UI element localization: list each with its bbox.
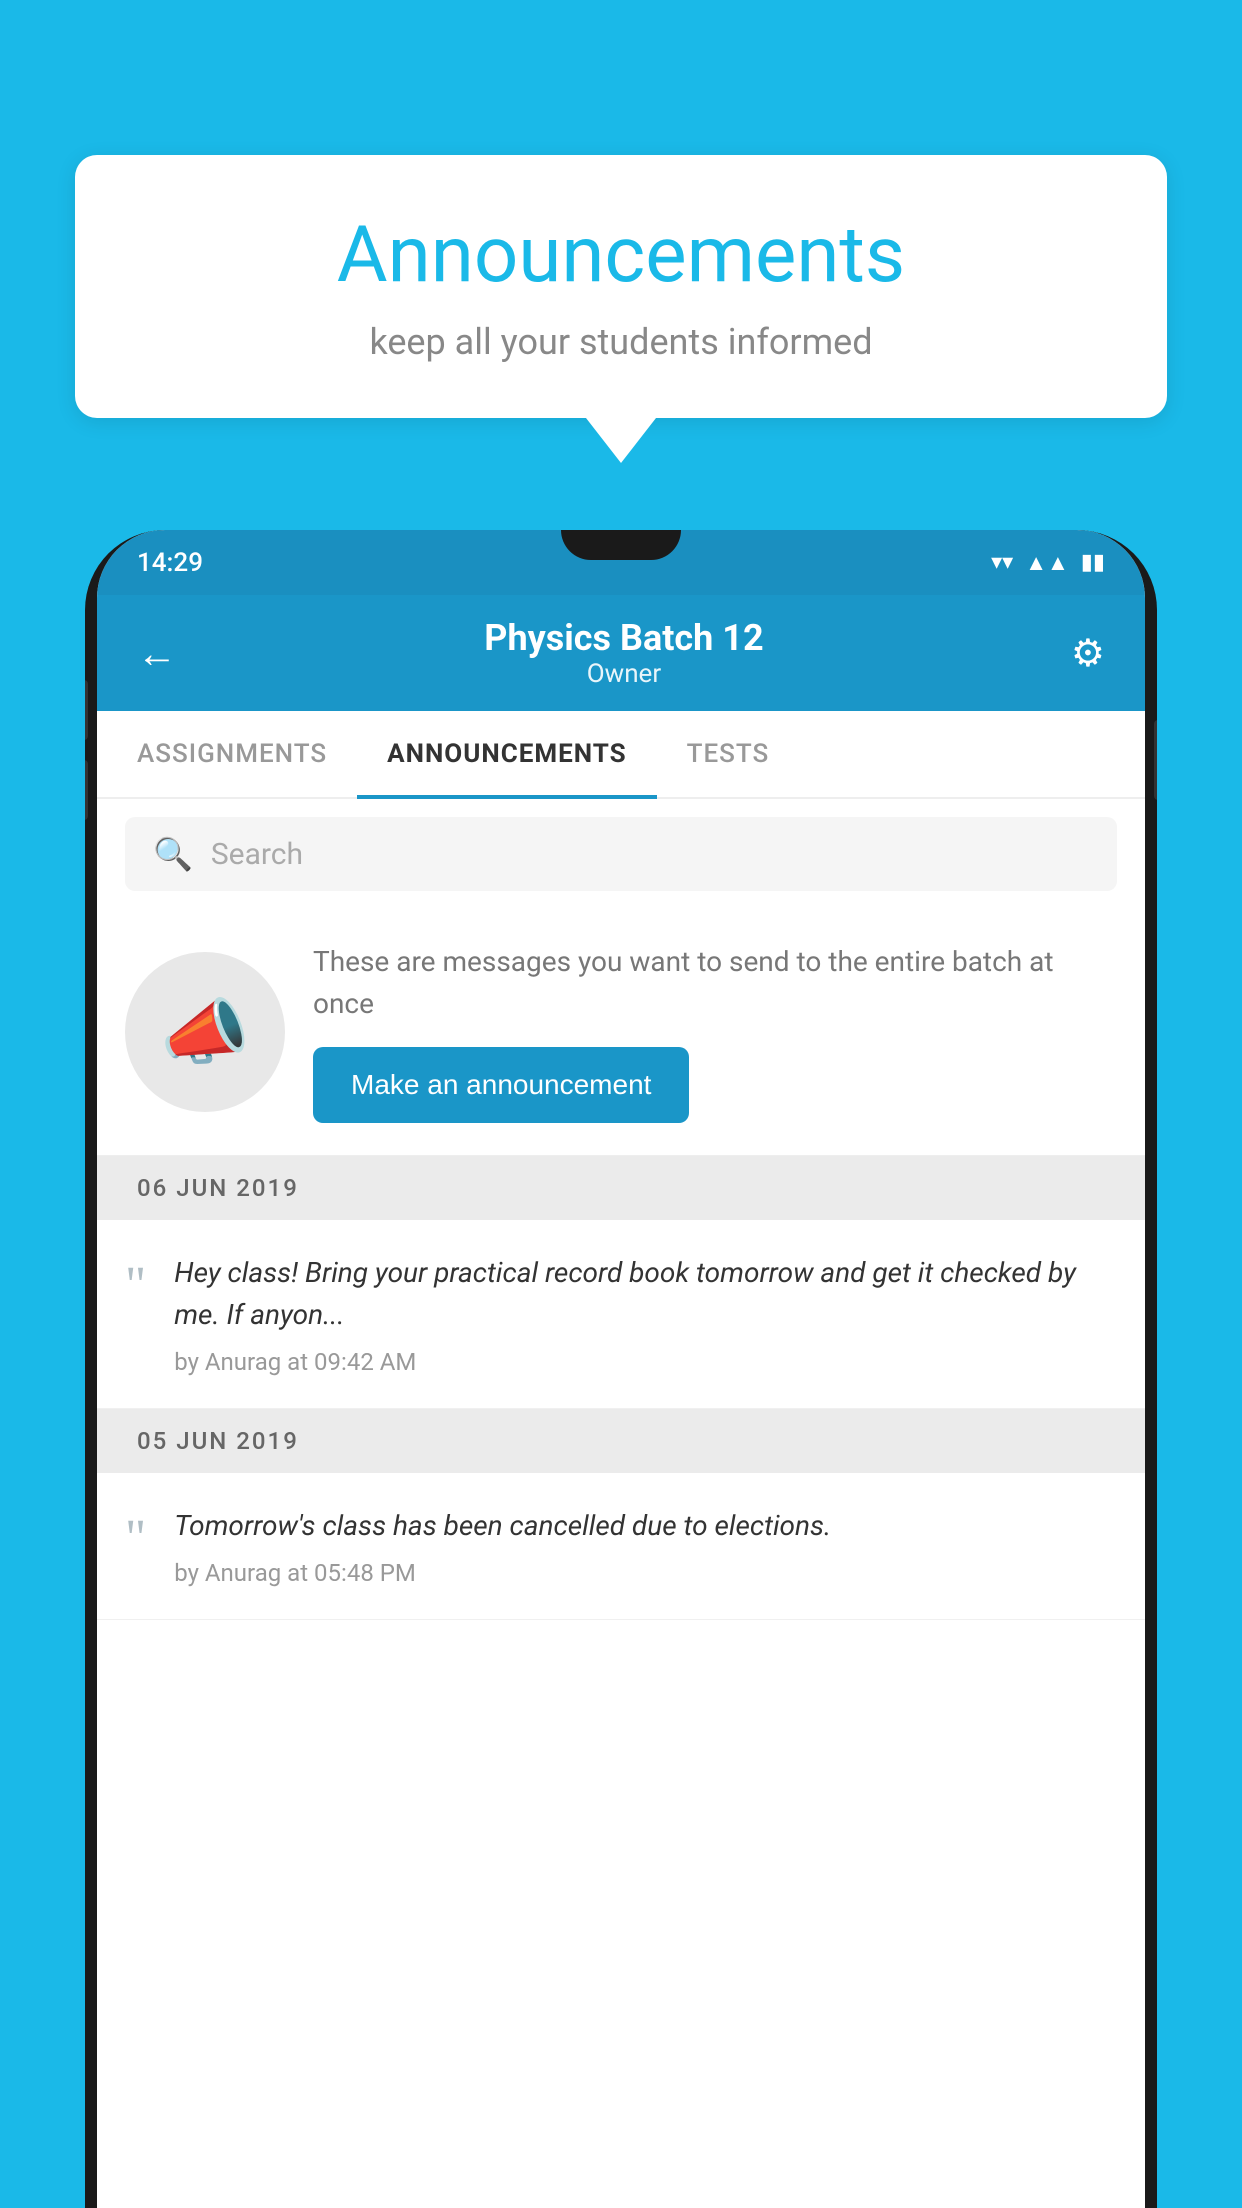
batch-title: Physics Batch 12 <box>177 617 1071 659</box>
tab-announcements[interactable]: ANNOUNCEMENTS <box>357 711 656 797</box>
promo-icon-circle: 📣 <box>125 952 285 1112</box>
announcement-content-1: Hey class! Bring your practical record b… <box>174 1252 1117 1376</box>
announcement-text-1: Hey class! Bring your practical record b… <box>174 1252 1117 1336</box>
announcements-subtitle: keep all your students informed <box>135 321 1107 363</box>
make-announcement-button[interactable]: Make an announcement <box>313 1047 689 1123</box>
speech-bubble-tail <box>586 418 656 463</box>
date-separator-2: 05 JUN 2019 <box>97 1409 1145 1473</box>
search-container: 🔍 Search <box>97 799 1145 909</box>
quote-icon-1: " <box>125 1260 146 1312</box>
volume-down-button <box>85 760 88 820</box>
battery-icon: ▮▮ <box>1081 550 1105 575</box>
quote-icon-2: " <box>125 1513 146 1565</box>
announcement-item-2[interactable]: " Tomorrow's class has been cancelled du… <box>97 1473 1145 1620</box>
back-button[interactable]: ← <box>137 630 177 677</box>
speech-bubble: Announcements keep all your students inf… <box>75 155 1167 418</box>
announcements-title: Announcements <box>135 210 1107 301</box>
search-bar[interactable]: 🔍 Search <box>125 817 1117 891</box>
status-bar: 14:29 ▾▾ ▲▲ ▮▮ <box>97 530 1145 595</box>
status-time: 14:29 <box>137 548 203 578</box>
header-title-area: Physics Batch 12 Owner <box>177 617 1071 689</box>
phone-screen: 14:29 ▾▾ ▲▲ ▮▮ ← Physics Batch 12 Owner … <box>97 530 1145 2208</box>
announcement-meta-1: by Anurag at 09:42 AM <box>174 1348 1117 1376</box>
batch-role: Owner <box>177 659 1071 689</box>
search-input[interactable]: Search <box>211 837 303 872</box>
announcement-text-2: Tomorrow's class has been cancelled due … <box>174 1505 1117 1547</box>
settings-icon[interactable]: ⚙ <box>1071 631 1105 676</box>
signal-icon: ▲▲ <box>1025 550 1069 576</box>
promo-card: 📣 These are messages you want to send to… <box>97 909 1145 1156</box>
search-icon: 🔍 <box>153 835 193 873</box>
speech-bubble-container: Announcements keep all your students inf… <box>75 155 1167 463</box>
megaphone-icon: 📣 <box>160 990 250 1075</box>
tab-tests[interactable]: TESTS <box>657 711 800 797</box>
wifi-icon: ▾▾ <box>991 550 1013 575</box>
announcement-content-2: Tomorrow's class has been cancelled due … <box>174 1505 1117 1587</box>
promo-content: These are messages you want to send to t… <box>313 941 1117 1123</box>
phone-frame: 14:29 ▾▾ ▲▲ ▮▮ ← Physics Batch 12 Owner … <box>85 530 1157 2208</box>
tab-assignments[interactable]: ASSIGNMENTS <box>107 711 357 797</box>
volume-up-button <box>85 680 88 740</box>
app-header: ← Physics Batch 12 Owner ⚙ <box>97 595 1145 711</box>
promo-description: These are messages you want to send to t… <box>313 941 1117 1025</box>
power-button <box>1154 720 1157 800</box>
announcement-meta-2: by Anurag at 05:48 PM <box>174 1559 1117 1587</box>
date-separator-1: 06 JUN 2019 <box>97 1156 1145 1220</box>
announcement-item-1[interactable]: " Hey class! Bring your practical record… <box>97 1220 1145 1409</box>
tabs-bar: ASSIGNMENTS ANNOUNCEMENTS TESTS <box>97 711 1145 799</box>
status-icons: ▾▾ ▲▲ ▮▮ <box>991 550 1105 576</box>
